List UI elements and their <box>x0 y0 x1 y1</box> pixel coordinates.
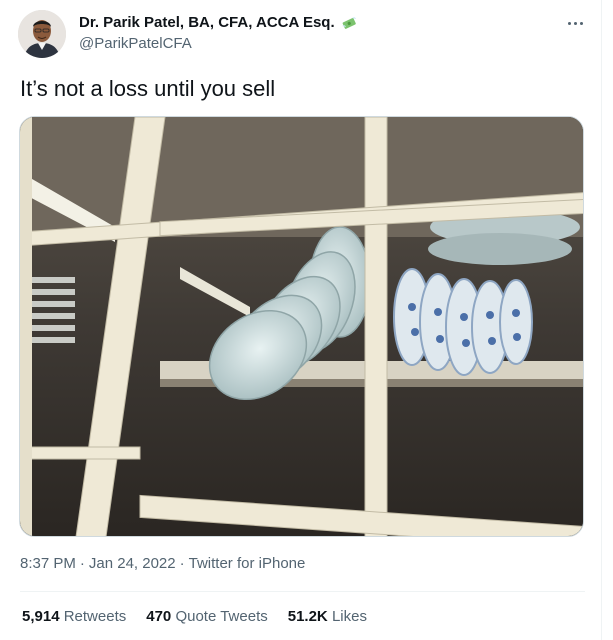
likes-stat[interactable]: 51.2K Likes <box>288 608 367 625</box>
tweet-meta: 8:37 PM · Jan 24, 2022 · Twitter for iPh… <box>20 555 305 572</box>
author-handle[interactable]: @ParikPatelCFA <box>79 35 358 53</box>
avatar[interactable] <box>18 10 66 58</box>
more-options-icon[interactable] <box>564 14 586 32</box>
tweet-media-photo[interactable] <box>19 116 584 537</box>
money-with-wings-icon <box>341 17 356 29</box>
quote-tweets-stat[interactable]: 470 Quote Tweets <box>146 608 267 625</box>
likes-count: 51.2K <box>287 608 328 625</box>
avatar-portrait-icon <box>18 10 66 58</box>
author-name[interactable]: Dr. Parik Patel, BA, CFA, ACCA Esq. <box>79 14 335 32</box>
retweets-label: Retweets <box>63 608 127 625</box>
retweets-count: 5,914 <box>22 608 60 625</box>
divider <box>20 591 585 592</box>
meta-separator: · <box>79 555 85 572</box>
quotes-label: Quote Tweets <box>175 608 268 625</box>
author-block: Dr. Parik Patel, BA, CFA, ACCA Esq. @Par… <box>79 14 358 53</box>
meta-separator: · <box>179 555 185 572</box>
tweet-source[interactable]: Twitter for iPhone <box>189 555 306 572</box>
tweet-time[interactable]: 8:37 PM <box>20 555 76 572</box>
quotes-count: 470 <box>146 608 172 625</box>
likes-label: Likes <box>331 608 367 625</box>
retweets-stat[interactable]: 5,914 Retweets <box>22 608 126 625</box>
tweet-date[interactable]: Jan 24, 2022 <box>89 555 176 572</box>
dish-cabinet-photo <box>20 117 583 536</box>
tweet-text: It’s not a loss until you sell <box>20 76 276 101</box>
author-name-row[interactable]: Dr. Parik Patel, BA, CFA, ACCA Esq. <box>79 14 358 32</box>
tweet-stats: 5,914 Retweets 470 Quote Tweets 51.2K Li… <box>22 608 367 625</box>
tweet-card: Dr. Parik Patel, BA, CFA, ACCA Esq. @Par… <box>0 0 602 640</box>
